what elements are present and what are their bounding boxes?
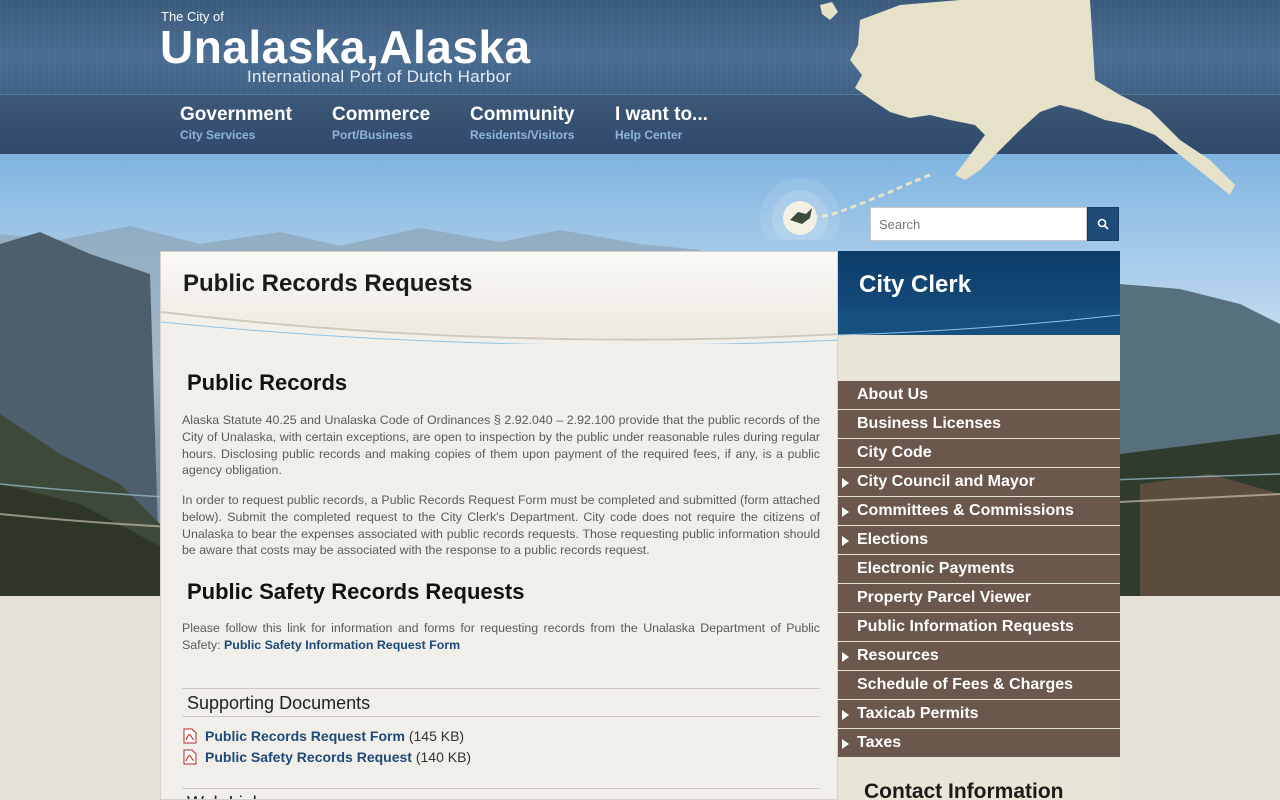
sidebar-item-label: Public Information Requests <box>857 618 1074 635</box>
nav-sublabel: Help Center <box>615 128 683 142</box>
nav-label: Community <box>470 104 575 125</box>
page-title: Public Records Requests <box>183 270 473 297</box>
supporting-documents-heading: Supporting Documents <box>182 688 820 717</box>
sidebar-menu: About Us Business Licenses City Code Cit… <box>838 381 1120 758</box>
sidebar-item-resources[interactable]: Resources <box>838 642 1120 671</box>
alaska-map-image <box>760 0 1235 240</box>
document-size: (140 KB) <box>415 749 472 765</box>
expand-arrow-icon[interactable] <box>842 652 849 662</box>
sidebar-title: City Clerk <box>859 271 972 298</box>
document-item: Public Records Request Form (145 KB) <box>183 728 464 744</box>
sidebar-item-label: City Code <box>857 444 932 461</box>
expand-arrow-icon[interactable] <box>842 536 849 546</box>
sidebar-item-label: Resources <box>857 647 939 664</box>
sidebar-item-property-parcel-viewer[interactable]: Property Parcel Viewer <box>838 584 1120 613</box>
web-links-heading: Web Links <box>182 788 820 799</box>
search-input[interactable] <box>870 207 1087 241</box>
expand-arrow-icon[interactable] <box>842 507 849 517</box>
nav-label: Government <box>180 104 292 125</box>
sidebar-item-city-code[interactable]: City Code <box>838 439 1120 468</box>
expand-arrow-icon[interactable] <box>842 710 849 720</box>
main-content: Public Records Requests Public Records A… <box>160 251 838 800</box>
sidebar-item-taxes[interactable]: Taxes <box>838 729 1120 758</box>
nav-sublabel: Port/Business <box>332 128 413 142</box>
public-records-paragraph-2: In order to request public records, a Pu… <box>182 493 820 558</box>
sidebar-item-elections[interactable]: Elections <box>838 526 1120 555</box>
document-item: Public Safety Records Request (140 KB) <box>183 749 471 765</box>
sidebar-item-about-us[interactable]: About Us <box>838 381 1120 410</box>
sidebar: City Clerk About Us Business Licenses Ci… <box>838 251 1120 800</box>
sidebar-item-committees[interactable]: Committees & Commissions <box>838 497 1120 526</box>
content-header: Public Records Requests <box>161 252 837 344</box>
sidebar-item-city-council[interactable]: City Council and Mayor <box>838 468 1120 497</box>
expand-arrow-icon[interactable] <box>842 739 849 749</box>
sidebar-item-label: Property Parcel Viewer <box>857 589 1032 606</box>
sidebar-item-taxicab-permits[interactable]: Taxicab Permits <box>838 700 1120 729</box>
pdf-icon <box>183 749 197 765</box>
public-safety-form-link[interactable]: Public Safety Information Request Form <box>224 638 460 652</box>
sidebar-swoosh <box>838 311 1120 336</box>
sidebar-item-schedule-of-fees[interactable]: Schedule of Fees & Charges <box>838 671 1120 700</box>
nav-label: Commerce <box>332 104 431 125</box>
search-icon <box>1097 218 1109 230</box>
sidebar-item-label: Business Licenses <box>857 415 1002 432</box>
sidebar-item-label: Committees & Commissions <box>857 502 1074 519</box>
sidebar-item-label: About Us <box>857 386 929 403</box>
pdf-icon <box>183 728 197 744</box>
public-records-paragraph-1: Alaska Statute 40.25 and Unalaska Code o… <box>182 413 820 478</box>
nav-i-want-to[interactable]: I want to... Help Center <box>615 104 708 142</box>
contact-information-heading: Contact Information <box>864 780 1064 800</box>
sidebar-item-label: Elections <box>857 531 929 548</box>
sidebar-item-public-information-requests[interactable]: Public Information Requests <box>838 613 1120 642</box>
section-heading-public-records: Public Records <box>187 370 348 395</box>
document-size: (145 KB) <box>408 728 465 744</box>
sidebar-item-label: Electronic Payments <box>857 560 1015 577</box>
nav-label: I want to... <box>615 104 708 125</box>
public-safety-paragraph: Please follow this link for information … <box>182 620 820 654</box>
nav-government[interactable]: Government City Services <box>180 104 292 142</box>
sidebar-item-label: City Council and Mayor <box>857 473 1035 490</box>
document-link-public-safety-request[interactable]: Public Safety Records Request <box>205 749 412 765</box>
search-button[interactable] <box>1087 207 1119 241</box>
sidebar-item-business-licenses[interactable]: Business Licenses <box>838 410 1120 439</box>
site-tagline: International Port of Dutch Harbor <box>247 67 512 86</box>
site-title[interactable]: Unalaska,Alaska <box>160 20 531 74</box>
nav-commerce[interactable]: Commerce Port/Business <box>332 104 430 142</box>
expand-arrow-icon[interactable] <box>842 478 849 488</box>
sidebar-item-label: Taxes <box>857 734 902 751</box>
sidebar-item-label: Taxicab Permits <box>857 705 979 722</box>
sidebar-item-electronic-payments[interactable]: Electronic Payments <box>838 555 1120 584</box>
header-swoosh <box>161 310 837 344</box>
nav-sublabel: Residents/Visitors <box>470 128 575 142</box>
sidebar-item-label: Schedule of Fees & Charges <box>857 676 1074 693</box>
document-link-public-records-form[interactable]: Public Records Request Form <box>205 728 405 744</box>
nav-community[interactable]: Community Residents/Visitors <box>470 104 575 142</box>
nav-sublabel: City Services <box>180 128 256 142</box>
section-heading-public-safety: Public Safety Records Requests <box>187 579 525 604</box>
